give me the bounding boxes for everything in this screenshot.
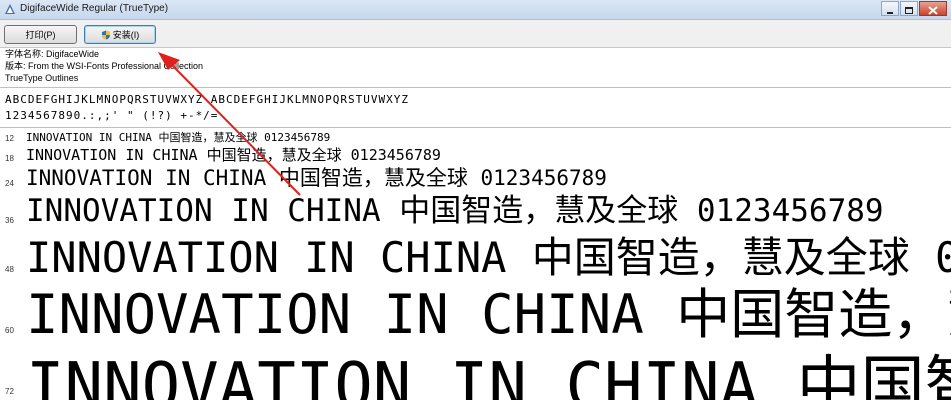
close-button[interactable]: [919, 1, 947, 16]
title-bar: DigifaceWide Regular (TrueType): [0, 0, 951, 20]
sample-row-60: 60 INNOVATION IN CHINA 中国智造，慧及全球 0123456…: [0, 284, 951, 346]
sample-text: INNOVATION IN CHINA 中国智造，慧及全球 0123456789: [26, 146, 441, 164]
sample-row-72: 72 INNOVATION IN CHINA 中国智造，慧及全球 0123456…: [0, 347, 951, 400]
sample-row-36: 36 INNOVATION IN CHINA 中国智造，慧及全球 0123456…: [0, 194, 951, 232]
sample-text: INNOVATION IN CHINA 中国智造，慧及全球 0123456789: [26, 350, 951, 400]
sample-row-48: 48 INNOVATION IN CHINA 中国智造，慧及全球 0123456…: [0, 233, 951, 283]
charset-letters: ABCDEFGHIJKLMNOPQRSTUVWXYZ ABCDEFGHIJKLM…: [5, 93, 409, 106]
maximize-button[interactable]: [900, 1, 918, 16]
sample-row-24: 24 INNOVATION IN CHINA 中国智造，慧及全球 0123456…: [0, 167, 951, 193]
size-label: 18: [5, 154, 14, 163]
sample-text: INNOVATION IN CHINA 中国智造，慧及全球 0123456789: [26, 233, 951, 282]
window-controls: [880, 1, 947, 16]
size-label: 36: [5, 216, 14, 225]
size-label: 48: [5, 265, 14, 274]
close-icon: [928, 6, 938, 15]
sample-row-12: 12 INNOVATION IN CHINA 中国智造，慧及全球 0123456…: [0, 131, 951, 145]
print-button[interactable]: 打印(P): [4, 25, 77, 44]
size-label: 72: [5, 387, 14, 396]
sample-text: INNOVATION IN CHINA 中国智造，慧及全球 0123456789: [26, 167, 607, 190]
sample-row-18: 18 INNOVATION IN CHINA 中国智造，慧及全球 0123456…: [0, 146, 951, 166]
minimize-button[interactable]: [881, 1, 899, 16]
font-version: 版本: From the WSI-Fonts Professional Coll…: [5, 61, 204, 71]
sample-text: INNOVATION IN CHINA 中国智造，慧及全球 0123456789: [26, 194, 884, 229]
size-label: 12: [5, 134, 14, 143]
divider: [0, 87, 951, 88]
font-name: 字体名称: DigifaceWide: [5, 49, 100, 59]
shield-icon: [101, 30, 110, 39]
minimize-icon: [887, 12, 893, 14]
install-button[interactable]: 安装(I): [84, 25, 156, 44]
maximize-icon: [905, 7, 913, 14]
sample-text: INNOVATION IN CHINA 中国智造，慧及全球 0123456789: [26, 284, 951, 346]
install-button-label: 安装(I): [112, 30, 140, 40]
size-label: 60: [5, 326, 14, 335]
divider: [0, 127, 951, 128]
print-button-label: 打印(P): [25, 30, 56, 40]
font-file-icon: [5, 4, 15, 14]
size-label: 24: [5, 179, 14, 188]
sample-text: INNOVATION IN CHINA 中国智造，慧及全球 0123456789: [26, 131, 331, 144]
window-title: DigifaceWide Regular (TrueType): [20, 3, 169, 14]
toolbar: 打印(P) 安装(I): [0, 20, 951, 48]
font-outline-type: TrueType Outlines: [5, 73, 79, 83]
charset-digits: 1234567890.:,;' " (!?) +-*/=: [5, 109, 219, 122]
